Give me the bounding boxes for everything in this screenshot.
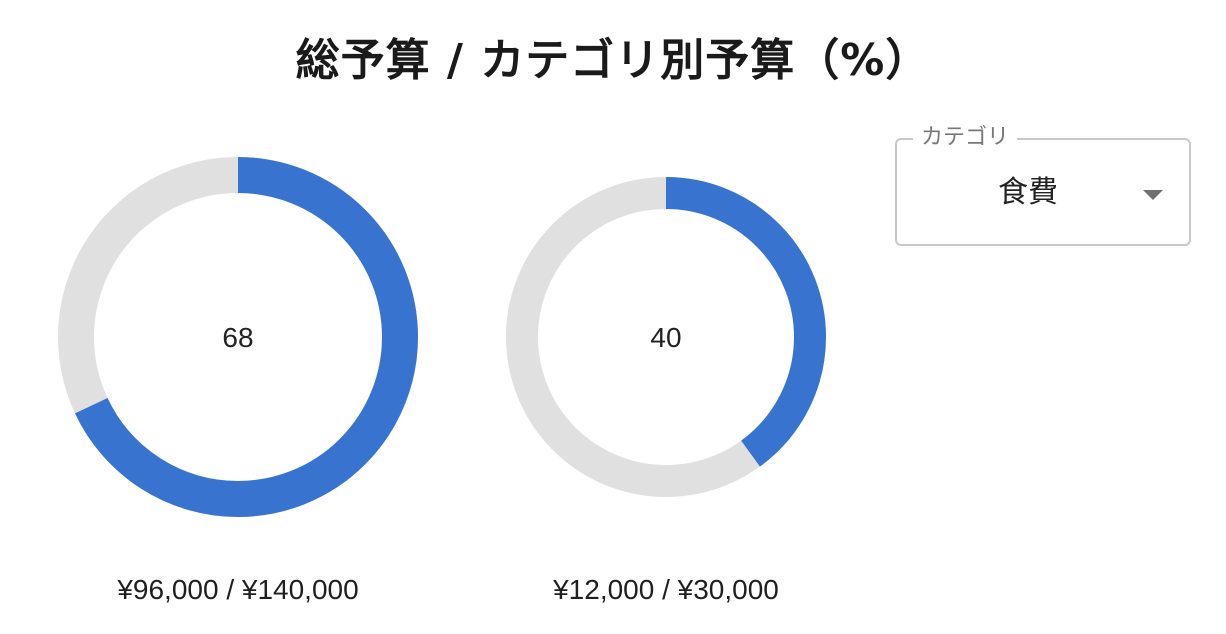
- chart-title: 総予算 / カテゴリ別予算（%）: [295, 35, 931, 86]
- caret-down-icon[interactable]: [1143, 190, 1163, 200]
- donut-center-value: 68: [222, 322, 253, 353]
- total-budget-caption: ¥96,000 / ¥140,000: [117, 574, 359, 605]
- category-select-value: 食費: [998, 175, 1058, 210]
- donut-center-value: 40: [650, 322, 681, 353]
- category-budget-caption: ¥12,000 / ¥30,000: [553, 574, 779, 605]
- category-select[interactable]: カテゴリ 食費: [895, 123, 1191, 246]
- category-budget-donut: 40: [506, 177, 826, 497]
- total-budget-donut: 68: [58, 157, 418, 517]
- category-select-label: カテゴリ: [913, 123, 1018, 153]
